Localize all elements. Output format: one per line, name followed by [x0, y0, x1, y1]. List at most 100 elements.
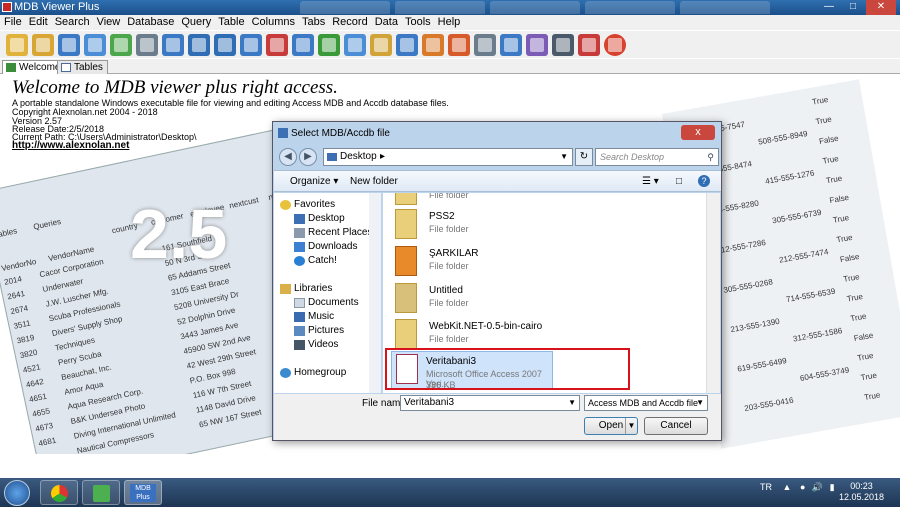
nav-downloads[interactable]: Downloads — [294, 241, 357, 254]
open-split-arrow-icon[interactable]: ▼ — [625, 418, 637, 434]
file-name-input[interactable]: Veritabani3 ▼ — [400, 395, 580, 411]
file-type-value: Access MDB and Accdb file — [588, 398, 699, 408]
taskbar-mdb-plus[interactable]: MDB Plus — [124, 480, 162, 505]
start-button[interactable] — [4, 480, 30, 506]
columns-icon[interactable] — [344, 33, 366, 56]
open-button[interactable]: Open ▼ — [584, 417, 638, 435]
open-folder-icon[interactable] — [6, 33, 28, 56]
convert-icon[interactable] — [500, 33, 522, 56]
nav-desktop[interactable]: Desktop — [294, 213, 345, 226]
nav-videos[interactable]: Videos — [294, 339, 338, 352]
tab-welcome[interactable]: Welcome — [2, 60, 66, 74]
help-icon[interactable]: ? — [698, 175, 710, 187]
nav-favorites[interactable]: Favorites — [280, 199, 335, 212]
info-icon[interactable] — [214, 33, 236, 56]
menu-tabs[interactable]: Tabs — [302, 15, 325, 30]
search-input[interactable]: Search Desktop ⚲ — [595, 148, 719, 166]
menu-tools[interactable]: Tools — [405, 15, 431, 30]
menu-columns[interactable]: Columns — [252, 15, 295, 30]
menu-record[interactable]: Record — [332, 15, 367, 30]
file-item[interactable]: ŞARKILAR File folder — [395, 244, 695, 280]
bg-flag-cell: True — [835, 232, 854, 245]
nav-libraries[interactable]: Libraries — [280, 283, 332, 296]
menu-view[interactable]: View — [97, 15, 121, 30]
dialog-close-button[interactable]: x — [681, 125, 715, 140]
file-type: File folder — [429, 334, 469, 344]
menu-help[interactable]: Help — [438, 15, 461, 30]
language-indicator[interactable]: TR — [760, 482, 772, 492]
forward-icon[interactable]: ▶ — [299, 148, 317, 166]
text-compare-icon[interactable] — [318, 33, 340, 56]
insert-record-icon[interactable] — [240, 33, 262, 56]
menu-search[interactable]: Search — [55, 15, 90, 30]
file-item[interactable]: Untitled File folder — [395, 281, 695, 317]
nav-documents[interactable]: Documents — [294, 297, 359, 310]
address-row: ◀ ▶ Desktop ▸ ▼ ↻ Search Desktop ⚲ — [279, 148, 719, 166]
minimize-button[interactable]: — — [818, 0, 840, 15]
address-bar[interactable]: Desktop ▸ ▼ — [323, 148, 573, 166]
browser-tab-ghost — [490, 1, 580, 14]
volume-icon[interactable]: 🔊 — [812, 482, 823, 492]
menu-data[interactable]: Data — [375, 15, 398, 30]
chart-icon[interactable] — [188, 33, 210, 56]
grid-icon[interactable] — [396, 33, 418, 56]
nav-music[interactable]: Music — [294, 311, 334, 324]
export-icon[interactable] — [162, 33, 184, 56]
dropdown-arrow-icon[interactable]: ▼ — [568, 396, 576, 410]
dropdown-arrow-icon[interactable]: ▼ — [696, 396, 704, 410]
pdf-icon[interactable] — [578, 33, 600, 56]
network-icon[interactable]: ● — [800, 482, 805, 492]
tray-expand-icon[interactable]: ▲ — [783, 482, 792, 492]
breadcrumb-chevron-icon[interactable]: ▸ — [380, 149, 385, 165]
system-tray: TR ▲ ● 🔊 ▮ — [760, 482, 835, 493]
clock[interactable]: 00:23 12.05.2018 — [839, 481, 884, 503]
refresh-icon[interactable]: ↻ — [575, 148, 593, 166]
menu-file[interactable]: File — [4, 15, 22, 30]
refresh-folder-icon[interactable] — [32, 33, 54, 56]
find-icon[interactable] — [84, 33, 106, 56]
nav-catch[interactable]: Catch! — [294, 255, 337, 268]
delete-record-icon[interactable] — [266, 33, 288, 56]
file-type-select[interactable]: Access MDB and Accdb file ▼ — [584, 395, 708, 411]
menu-edit[interactable]: Edit — [29, 15, 48, 30]
file-type: File folder — [429, 224, 469, 234]
dialog-title: Select MDB/Accdb file — [291, 128, 390, 139]
taskbar-explorer[interactable] — [82, 480, 120, 505]
menu-database[interactable]: Database — [127, 15, 174, 30]
tab-tables[interactable]: Tables — [57, 60, 108, 74]
add-table-icon[interactable] — [110, 33, 132, 56]
view-options-icon[interactable]: ☰ ▾ — [642, 176, 659, 187]
tag-icon[interactable] — [448, 33, 470, 56]
taskbar-chrome[interactable] — [40, 480, 78, 505]
server-icon[interactable] — [526, 33, 548, 56]
website-link[interactable]: http://www.alexnolan.net — [12, 140, 129, 151]
back-icon[interactable]: ◀ — [279, 148, 297, 166]
nav-recent-places[interactable]: Recent Places — [294, 227, 372, 240]
query-icon[interactable] — [58, 33, 80, 56]
print-icon[interactable] — [474, 33, 496, 56]
nav-pictures[interactable]: Pictures — [294, 325, 344, 338]
menu-table[interactable]: Table — [218, 15, 244, 30]
maximize-button[interactable]: □ — [842, 0, 864, 15]
database-icon[interactable] — [136, 33, 158, 56]
nav-label: Homegroup — [294, 367, 347, 378]
compare-icon[interactable] — [552, 33, 574, 56]
edit-icon[interactable] — [292, 33, 314, 56]
nav-homegroup[interactable]: Homegroup — [280, 367, 347, 380]
nav-pane-scrollbar[interactable] — [369, 193, 381, 393]
preview-pane-icon[interactable]: □ — [676, 176, 682, 187]
close-button[interactable]: ✕ — [866, 0, 896, 15]
signal-icon[interactable]: ▮ — [830, 482, 835, 492]
file-open-dialog: Select MDB/Accdb file x ◀ ▶ Desktop ▸ ▼ … — [272, 121, 722, 441]
sort-icon[interactable] — [422, 33, 444, 56]
new-folder-button[interactable]: New folder — [350, 176, 398, 187]
file-item[interactable]: PSS2 File folder — [395, 207, 695, 243]
file-list-scrollbar[interactable] — [706, 193, 720, 393]
organize-button[interactable]: Organize ▾ — [290, 176, 338, 187]
stop-icon[interactable] — [604, 33, 626, 56]
dropdown-arrow-icon[interactable]: ▼ — [560, 149, 568, 165]
menu-query[interactable]: Query — [181, 15, 211, 30]
cancel-button[interactable]: Cancel — [644, 417, 708, 435]
lock-icon[interactable] — [370, 33, 392, 56]
folder-icon — [395, 319, 417, 349]
